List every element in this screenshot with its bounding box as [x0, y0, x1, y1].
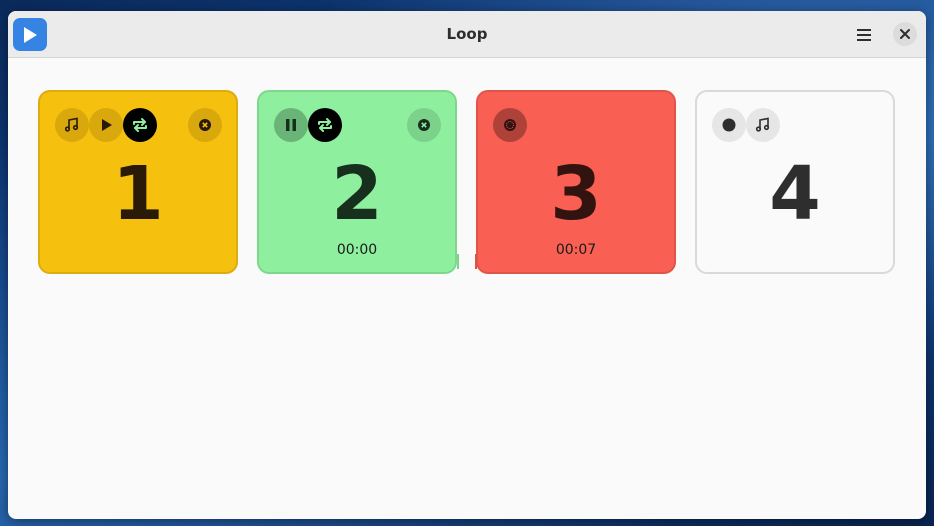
remove-icon[interactable]	[188, 108, 222, 142]
repeat-icon[interactable]	[308, 108, 342, 142]
loop-timer: 00:07	[555, 242, 597, 258]
loop-sync-marker	[475, 254, 477, 269]
recording-icon[interactable]	[493, 108, 527, 142]
window-title: Loop	[446, 25, 488, 43]
loop-sync-marker	[457, 254, 459, 269]
close-icon[interactable]	[893, 22, 917, 46]
loop-tile-1[interactable]: 1	[38, 90, 238, 274]
repeat-icon[interactable]	[123, 108, 157, 142]
loop-number: 4	[769, 151, 821, 237]
loop-tile-4[interactable]: 4	[695, 90, 895, 274]
app-window: Loop 1 2 00:00 3 00:07 4	[8, 11, 926, 519]
loop-timer: 00:00	[336, 242, 378, 258]
loop-tile-2[interactable]: 2 00:00	[257, 90, 457, 274]
header-bar: Loop	[8, 11, 926, 58]
hamburger-menu-icon[interactable]	[851, 22, 877, 48]
loop-number: 3	[550, 151, 602, 237]
remove-icon[interactable]	[407, 108, 441, 142]
play-icon[interactable]	[89, 108, 123, 142]
record-icon[interactable]	[712, 108, 746, 142]
music-note-icon[interactable]	[746, 108, 780, 142]
pause-icon[interactable]	[274, 108, 308, 142]
loop-tile-3[interactable]: 3 00:07	[476, 90, 676, 274]
loop-number: 2	[331, 151, 383, 237]
music-note-icon[interactable]	[55, 108, 89, 142]
loop-number: 1	[112, 151, 164, 237]
